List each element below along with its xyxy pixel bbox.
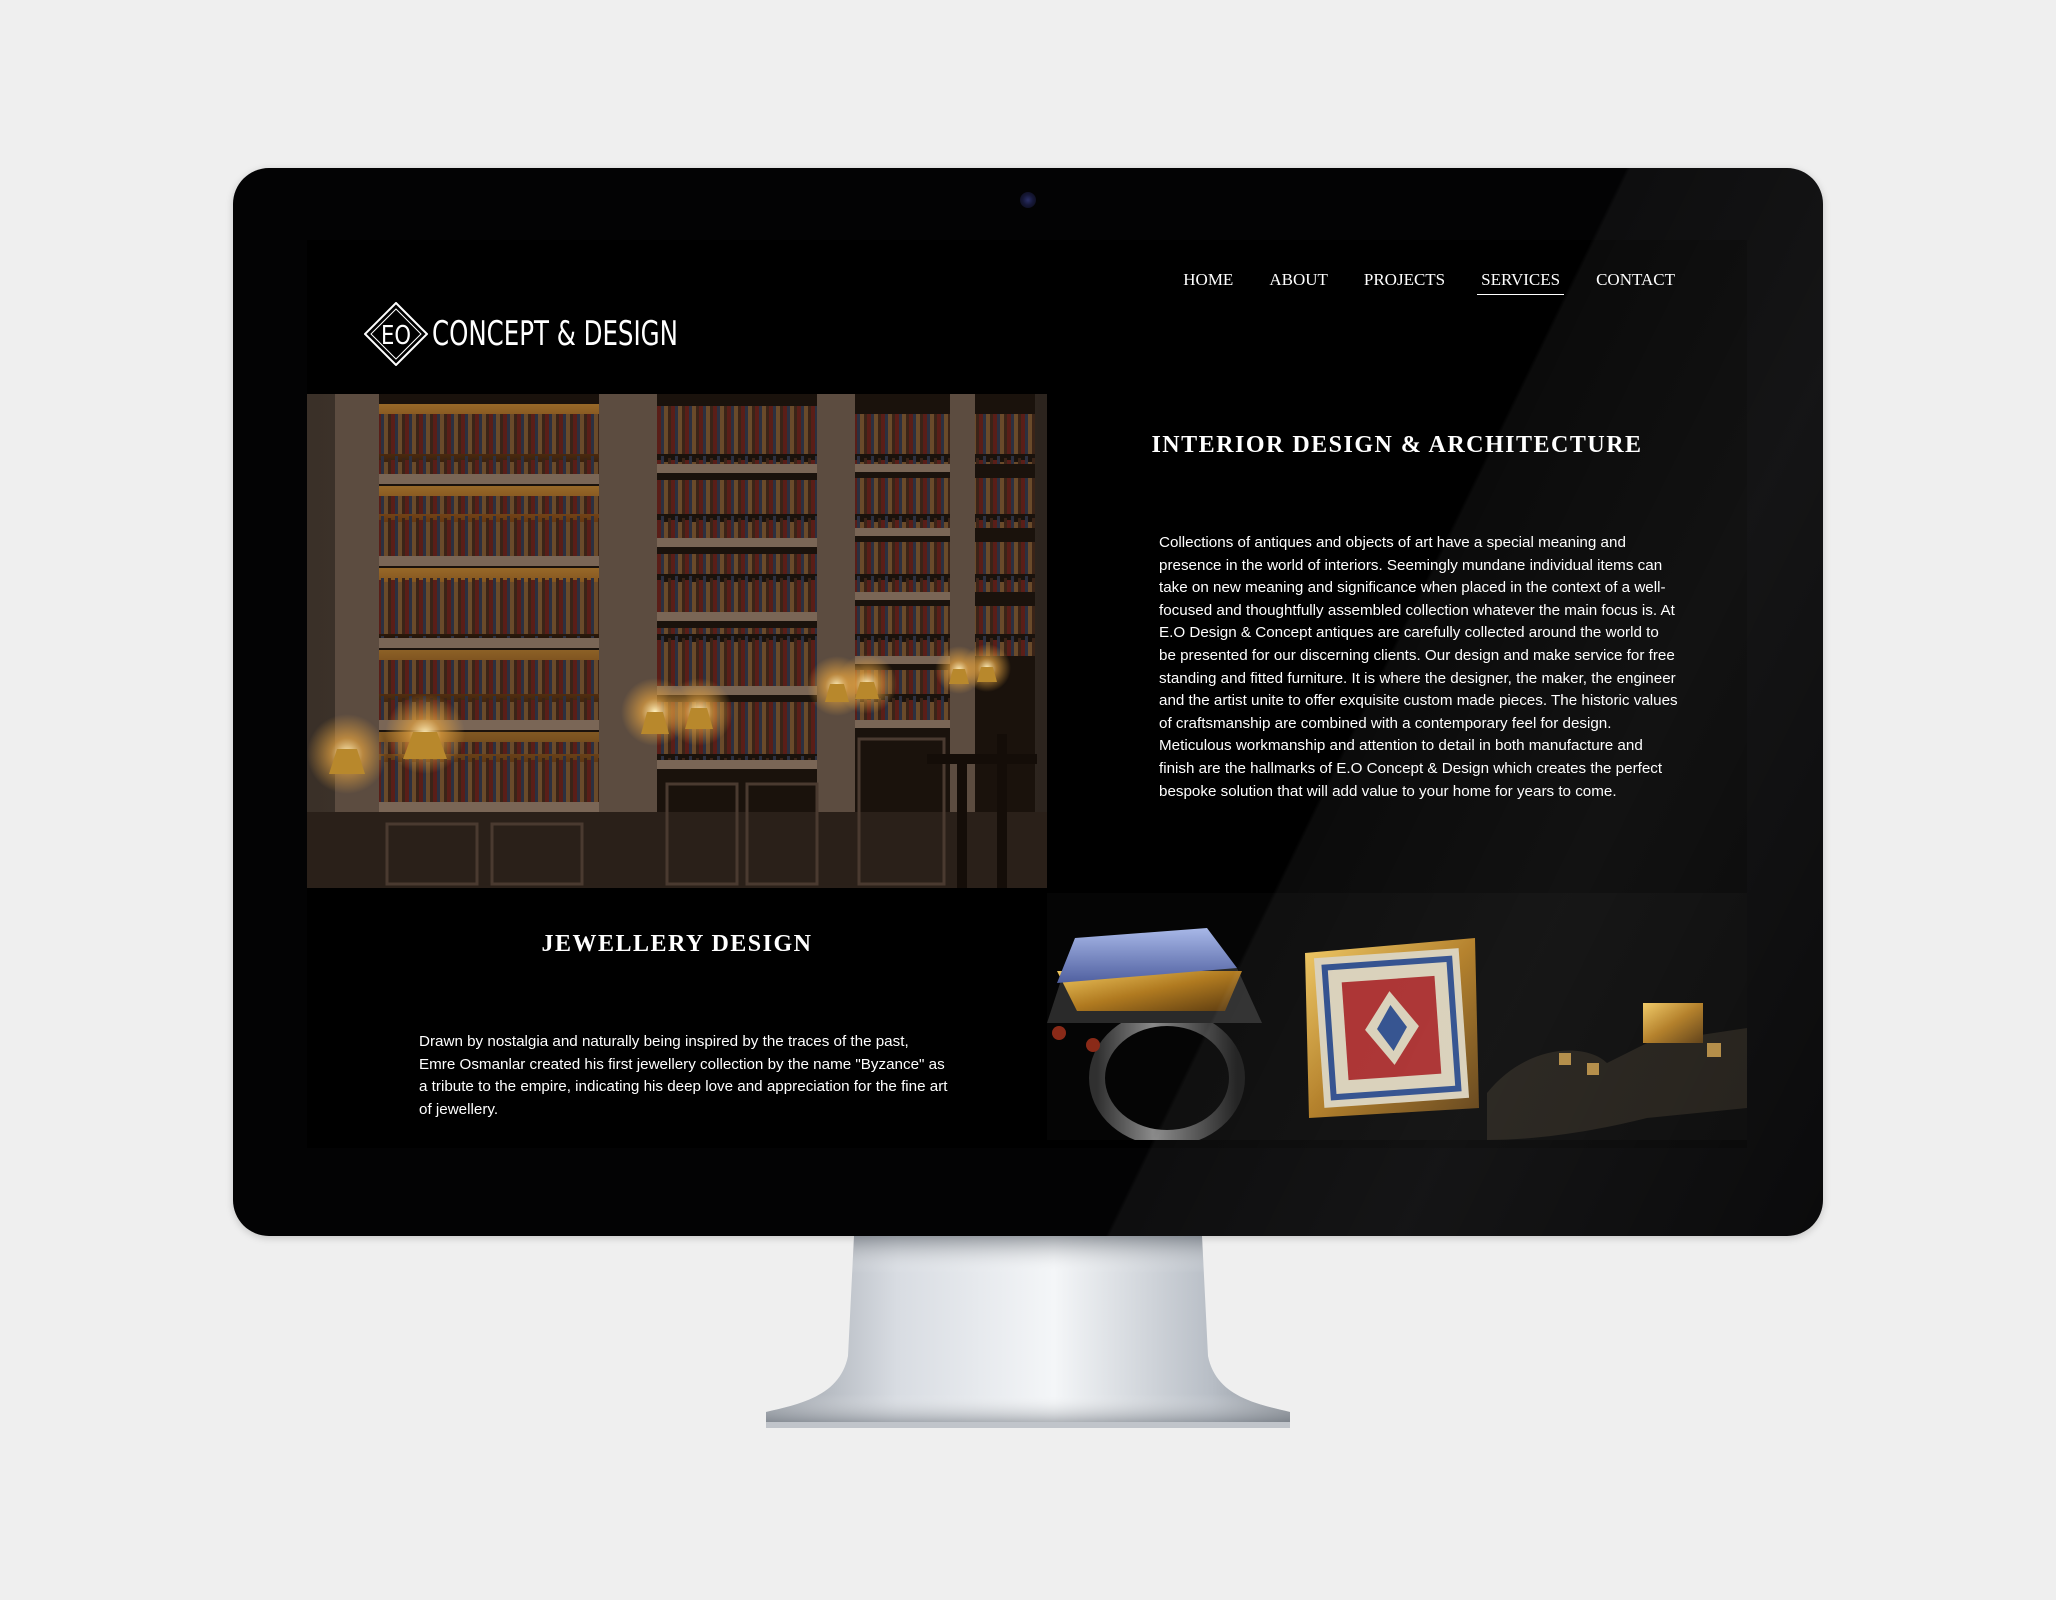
interior-section-title: INTERIOR DESIGN & ARCHITECTURE (1151, 432, 1643, 458)
monitor-bezel: EO CONCEPT & DESIGN HOME ABOUT PROJECTS … (233, 168, 1823, 1236)
nav-about[interactable]: ABOUT (1265, 270, 1332, 295)
nav-projects[interactable]: PROJECTS (1360, 270, 1449, 295)
webcam-icon (1020, 192, 1036, 208)
jewellery-section-title: JEWELLERY DESIGN (541, 931, 813, 957)
site-logo[interactable]: EO CONCEPT & DESIGN (364, 302, 774, 366)
logo-monogram: EO (381, 321, 411, 351)
library-bookshelf-photo (307, 394, 1047, 888)
nav-services[interactable]: SERVICES (1477, 270, 1565, 295)
jewellery-section-body: Drawn by nostalgia and naturally being i… (419, 1033, 948, 1118)
nav-home[interactable]: HOME (1179, 270, 1237, 295)
monitor-stand (766, 1236, 1290, 1432)
logo-wordmark: CONCEPT & DESIGN (432, 314, 678, 354)
nav-contact[interactable]: CONTACT (1592, 270, 1679, 295)
interior-section-body: Collections of antiques and objects of a… (1159, 534, 1678, 800)
website-screen: EO CONCEPT & DESIGN HOME ABOUT PROJECTS … (307, 240, 1747, 1148)
jewellery-rings-photo (1047, 893, 1747, 1140)
diamond-monogram-icon: EO (364, 302, 428, 366)
main-nav: HOME ABOUT PROJECTS SERVICES CONTACT (1179, 270, 1679, 295)
